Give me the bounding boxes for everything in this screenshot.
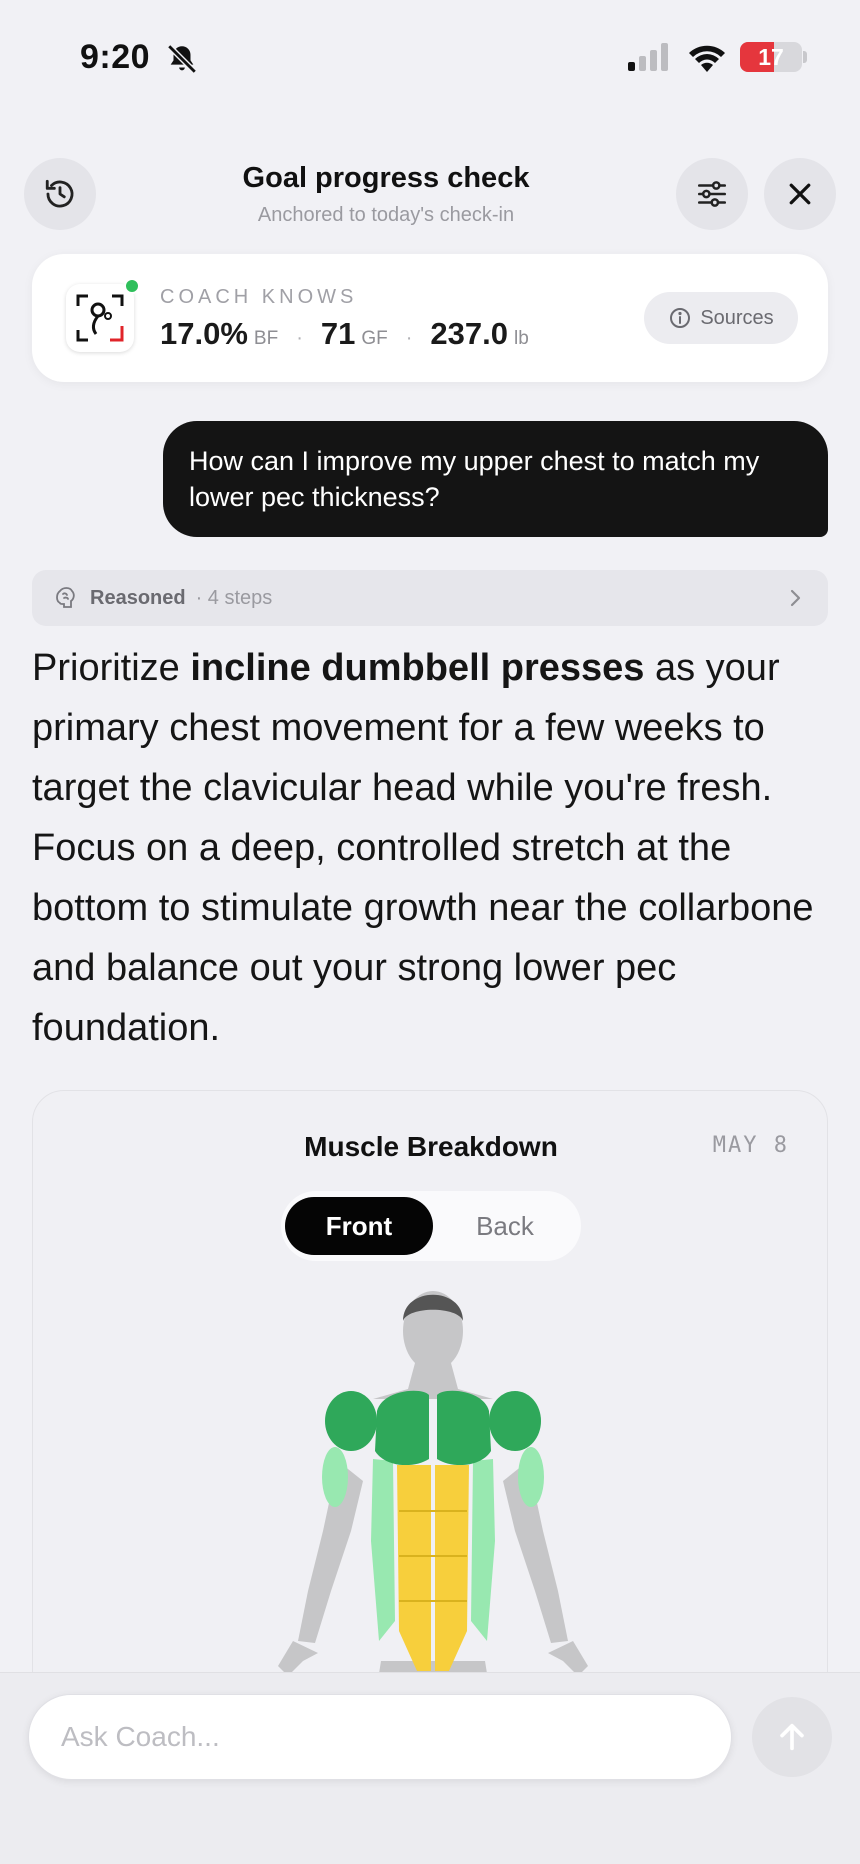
stat-separator: · bbox=[296, 327, 303, 349]
answer-intro: Prioritize bbox=[32, 647, 191, 689]
close-icon bbox=[789, 183, 811, 205]
tab-front[interactable]: Front bbox=[285, 1197, 433, 1255]
tab-back[interactable]: Back bbox=[433, 1197, 577, 1255]
send-button[interactable] bbox=[752, 1697, 832, 1777]
body-fat-value: 17.0% bbox=[160, 316, 248, 351]
page-subtitle: Anchored to today's check-in bbox=[257, 204, 515, 226]
shoulders bbox=[325, 1391, 541, 1451]
sources-label: Sources bbox=[700, 306, 774, 329]
muscle-breakdown-date: MAY 8 bbox=[712, 1133, 789, 1158]
bell-slash-icon bbox=[167, 44, 197, 74]
coach-context-card: COACH KNOWS 17.0% BF · 71 GF · 237.0 lb … bbox=[32, 254, 828, 382]
battery-tip bbox=[803, 51, 807, 63]
online-status-dot bbox=[124, 278, 140, 294]
status-bar: 9:20 17 bbox=[0, 0, 860, 110]
pectorals bbox=[375, 1390, 491, 1466]
gf-unit: GF bbox=[361, 328, 388, 349]
muscle-breakdown-title: Muscle Breakdown bbox=[304, 1131, 558, 1162]
coach-logo-mark bbox=[76, 294, 124, 342]
serratus-obliques bbox=[371, 1459, 495, 1641]
reasoning-toggle[interactable]: Reasoned · 4 steps bbox=[32, 570, 828, 626]
abdominals bbox=[397, 1465, 469, 1671]
battery-level: 17 bbox=[758, 44, 784, 70]
coach-stats: 17.0% BF · 71 GF · 237.0 lb bbox=[160, 316, 529, 352]
view-toggle: Front Back bbox=[281, 1191, 581, 1261]
answer-highlight: incline dumbbell presses bbox=[190, 647, 645, 689]
coach-logo bbox=[66, 284, 134, 352]
page-title: Goal progress check bbox=[242, 162, 530, 194]
info-icon bbox=[670, 308, 691, 328]
weight-value: 237.0 bbox=[430, 316, 508, 351]
status-time: 9:20 bbox=[80, 38, 151, 76]
close-button[interactable] bbox=[764, 158, 836, 230]
ask-coach-input[interactable] bbox=[28, 1694, 732, 1780]
reasoned-label: Reasoned bbox=[90, 586, 186, 609]
coach-answer: Prioritize incline dumbbell presses as y… bbox=[32, 638, 832, 1058]
stat-separator: · bbox=[405, 327, 413, 349]
body-fat-unit: BF bbox=[253, 328, 279, 349]
sources-button[interactable]: Sources bbox=[644, 292, 798, 344]
coach-label: COACH KNOWS bbox=[160, 286, 358, 308]
settings-button[interactable] bbox=[676, 158, 748, 230]
signal-icon bbox=[628, 43, 668, 71]
neck-traps bbox=[373, 1363, 493, 1399]
brain-icon bbox=[56, 587, 75, 608]
answer-rest: as your primary chest movement for a few… bbox=[32, 647, 814, 1049]
battery-icon: 17 bbox=[740, 42, 802, 72]
weight-unit: lb bbox=[513, 328, 529, 349]
gf-value: 71 bbox=[320, 316, 356, 351]
reasoned-steps: · 4 steps bbox=[195, 586, 273, 609]
sliders-icon bbox=[697, 181, 727, 207]
chevron-right-icon bbox=[790, 589, 801, 607]
wifi-icon bbox=[689, 45, 725, 72]
user-message-bubble: How can I improve my upper chest to matc… bbox=[163, 421, 828, 537]
arrow-up-icon bbox=[780, 1723, 804, 1751]
